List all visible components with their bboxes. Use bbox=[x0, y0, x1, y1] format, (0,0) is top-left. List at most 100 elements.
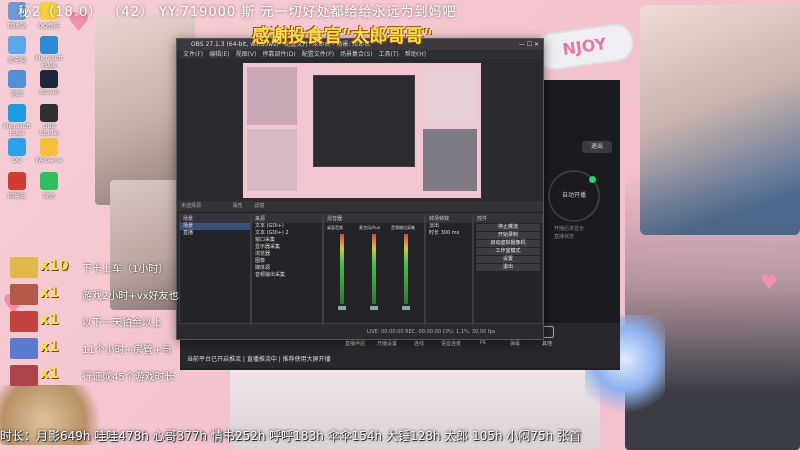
app-icon bbox=[8, 138, 26, 156]
go-live-label: 自动开播 bbox=[561, 192, 586, 199]
gift-text: 游戏2小时+vx好友也 bbox=[82, 291, 179, 302]
toolbar-label: 连线 bbox=[413, 341, 424, 347]
transition-type[interactable]: 淡出 bbox=[426, 223, 472, 230]
gift-row: x10 下卡上车（1小时） bbox=[10, 257, 188, 278]
desktop-icon-label: OBS Studio bbox=[39, 123, 59, 137]
source-item[interactable]: 显示器采集 bbox=[252, 244, 322, 251]
volume-meter bbox=[340, 234, 344, 304]
toolbar-label: PK bbox=[479, 340, 487, 346]
menu-item[interactable]: 编辑(E) bbox=[209, 51, 229, 58]
gift-count: x1 bbox=[40, 366, 59, 382]
exit-button[interactable]: 退出 bbox=[582, 141, 612, 153]
desktop-icon[interactable]: Microsoft Edge bbox=[34, 36, 64, 69]
obs-menu-bar: 文件(F) 编辑(E) 视图(V) 停靠部件(D) 配置文件(P) 场景集合(S) 工具(T… bbox=[177, 50, 543, 59]
desktop-icon-label: 网络 bbox=[10, 91, 23, 98]
source-item[interactable]: 图像 bbox=[252, 258, 322, 265]
go-live-button[interactable]: 自动开播 bbox=[548, 170, 600, 222]
desktop-icon-label: 微信 bbox=[42, 193, 55, 200]
desktop-icon-label: 网易云 bbox=[7, 193, 26, 200]
scene-item[interactable]: 场景 bbox=[180, 223, 250, 230]
live-status-dot bbox=[589, 176, 596, 183]
control-button[interactable]: 退出 bbox=[476, 264, 540, 271]
mixer-dock: 混音器 桌面音频 麦克风/Aux 音频输出采集 bbox=[323, 214, 425, 324]
control-button[interactable]: 启动虚拟摄像机 bbox=[476, 240, 540, 247]
desktop-icon[interactable]: Steam bbox=[34, 70, 64, 96]
obs-preview-nested bbox=[313, 75, 415, 167]
toolbar-label: 语音连麦 bbox=[440, 341, 461, 347]
source-item[interactable]: 窗口采集 bbox=[252, 237, 322, 244]
volume-meter bbox=[404, 234, 408, 304]
gift-icon bbox=[10, 257, 38, 278]
menu-item[interactable]: 帮助(H) bbox=[405, 51, 426, 58]
menu-item[interactable]: 配置文件(P) bbox=[302, 51, 334, 58]
desktop-icon-label: 回收站 bbox=[7, 23, 26, 30]
gift-count: x1 bbox=[40, 339, 59, 355]
app-icon bbox=[40, 172, 58, 190]
gift-row: x1 以下一天铂金以上 bbox=[10, 311, 188, 332]
menu-item[interactable]: 视图(V) bbox=[236, 51, 257, 58]
desktop-icon[interactable]: 此电脑 bbox=[2, 36, 32, 64]
volume-slider[interactable] bbox=[370, 306, 378, 310]
properties-button[interactable]: 属性 bbox=[233, 203, 243, 209]
control-button[interactable]: 设置 bbox=[476, 256, 540, 263]
gift-text: 以下一天铂金以上 bbox=[82, 318, 162, 329]
gift-icon bbox=[10, 338, 38, 359]
filters-button[interactable]: 滤镜 bbox=[254, 203, 264, 209]
control-button[interactable]: 开始录制 bbox=[476, 232, 540, 239]
menu-item[interactable]: 停靠部件(D) bbox=[262, 51, 295, 58]
sources-dock: 来源 文本 (GDI+) 文本 (GDI+) 2 窗口采集 显示器采集 浏览器 图像 媒体源… bbox=[251, 214, 323, 324]
stream-notice: 当前平台已开启推流 | 直播推流中 | 推荐使用大屏开播 bbox=[187, 356, 331, 363]
control-button[interactable]: 工作室模式 bbox=[476, 248, 540, 255]
obs-preview[interactable] bbox=[243, 63, 481, 198]
obs-window: OBS 27.1.3 (64-bit, windows) - 配置文件: 未命名… bbox=[176, 38, 544, 340]
gift-count: x1 bbox=[40, 285, 59, 301]
volume-slider[interactable] bbox=[338, 306, 346, 310]
gift-icon bbox=[10, 365, 38, 386]
mixer-channel: 桌面音频 bbox=[327, 225, 357, 315]
source-item[interactable]: 文本 (GDI+) 2 bbox=[252, 230, 322, 237]
transitions-dock: 转场特效 淡出 时长 300 ms bbox=[425, 214, 473, 324]
gift-row: x1 11个小时+房管+与 bbox=[10, 338, 188, 359]
watch-time-ticker: 时长：月影649h 哇哇478h 心哥377h 情书252h 呼呼183h 伞伞… bbox=[0, 429, 582, 443]
desktop-icon-label: Microsoft Edge bbox=[3, 123, 31, 137]
gift-row: x1 行证或45个游戏时长 bbox=[10, 365, 188, 386]
enjoy-badge: NJOY bbox=[532, 21, 637, 73]
mixer-channel-label: 音频输出采集 bbox=[391, 225, 415, 230]
mixer-channel-label: 桌面音频 bbox=[327, 225, 343, 230]
transition-duration[interactable]: 300 ms bbox=[441, 230, 460, 236]
menu-item[interactable]: 场景集合(S) bbox=[340, 51, 373, 58]
gift-icon bbox=[10, 311, 38, 332]
gift-row: x1 游戏2小时+vx好友也 bbox=[10, 284, 188, 305]
app-icon bbox=[40, 138, 58, 156]
stream-top-ticker: 秘2（18.0） （42） YY:719000 斯 元一切好处都给给永远为到妈吧 bbox=[18, 5, 457, 20]
desktop-icon[interactable]: Microsoft Edge bbox=[2, 104, 32, 137]
gift-count: x10 bbox=[40, 258, 69, 274]
gift-text: 下卡上车（1小时） bbox=[82, 264, 169, 275]
volume-slider[interactable] bbox=[402, 306, 410, 310]
menu-item[interactable]: 工具(T) bbox=[379, 51, 399, 58]
window-controls[interactable]: — ☐ ✕ bbox=[519, 39, 539, 50]
desktop-icon[interactable]: 微信 bbox=[34, 172, 64, 200]
app-icon bbox=[40, 70, 58, 88]
toolbar-label: 直播伴侣 bbox=[344, 341, 365, 347]
desktop-icon[interactable]: 网易云 bbox=[2, 172, 32, 200]
source-item[interactable]: 文本 (GDI+) bbox=[252, 223, 322, 230]
toolbar-label: 弹幕 bbox=[509, 341, 520, 347]
obs-source-bar: 未选择源 属性 滤镜 bbox=[177, 201, 543, 211]
heart-icon: ♥ bbox=[760, 270, 778, 294]
desktop-icon[interactable]: OBS Studio bbox=[34, 104, 64, 137]
desktop-icon[interactable]: QQ bbox=[2, 138, 32, 164]
source-item[interactable]: 音频输出采集 bbox=[252, 272, 322, 279]
control-button[interactable]: 停止推流 bbox=[476, 224, 540, 231]
source-item[interactable]: 浏览器 bbox=[252, 251, 322, 258]
scene-item[interactable]: 直播 bbox=[180, 230, 250, 237]
desktop-icon[interactable]: 网络 bbox=[2, 70, 32, 98]
obs-status-bar: LIVE: 00:00:00 REC: 00:00:00 CPU: 1.1%, … bbox=[177, 327, 543, 338]
source-item[interactable]: 媒体源 bbox=[252, 265, 322, 272]
app-icon bbox=[8, 36, 26, 54]
menu-item[interactable]: 文件(F) bbox=[183, 51, 203, 58]
app-icon bbox=[40, 36, 58, 54]
desktop-icon[interactable]: WeGame bbox=[34, 138, 64, 164]
desktop-icon-label: Microsoft Edge bbox=[35, 55, 63, 69]
gift-icon bbox=[10, 284, 38, 305]
